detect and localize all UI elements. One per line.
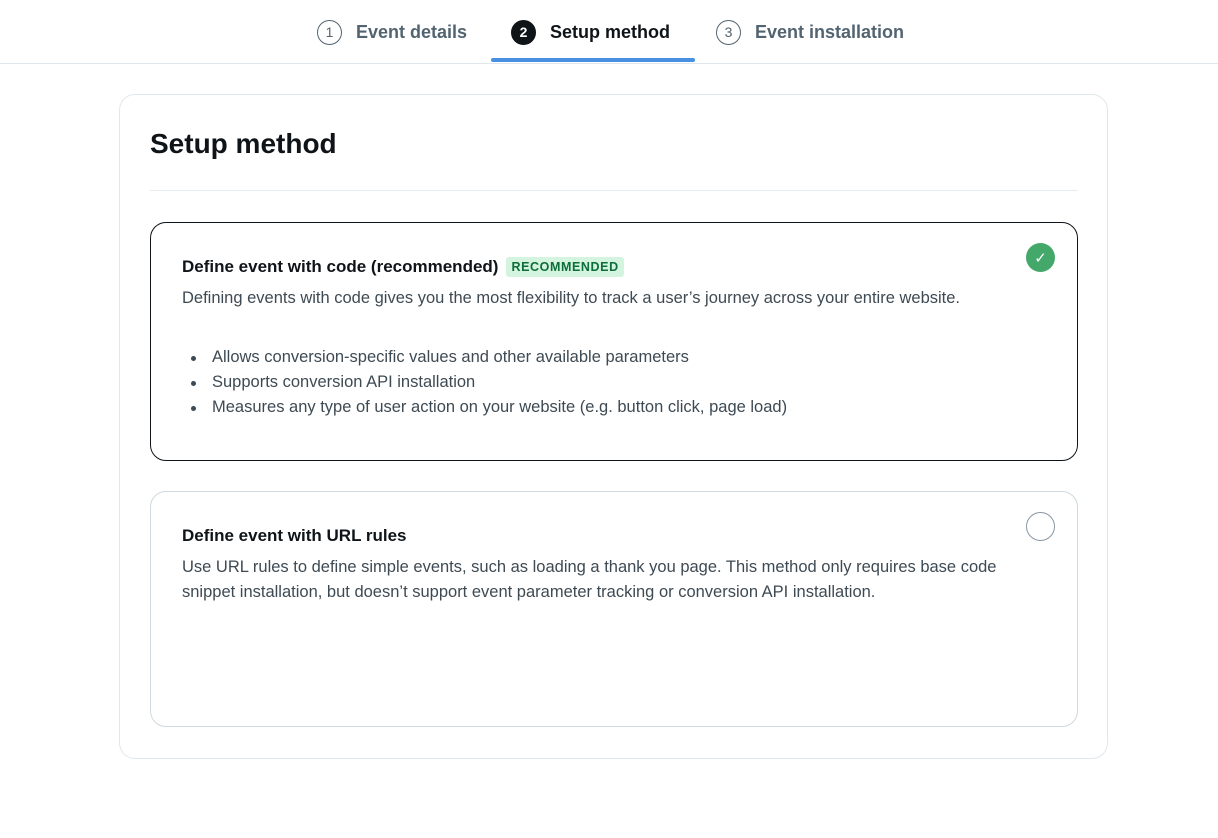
recommended-badge: RECOMMENDED bbox=[506, 257, 624, 277]
page-title: Setup method bbox=[150, 128, 337, 159]
option-bullet-list: Allows conversion-specific values and ot… bbox=[182, 345, 1032, 420]
step-label-event-details: Event details bbox=[356, 21, 468, 42]
list-item: Supports conversion API installation bbox=[182, 370, 1032, 395]
option-header: Define event with URL rules bbox=[182, 526, 407, 546]
setup-method-panel: Setup method Define event with code (rec… bbox=[119, 94, 1108, 759]
step-event-details[interactable]: 1 Event details bbox=[317, 0, 467, 64]
list-item: Measures any type of user action on your… bbox=[182, 395, 1032, 420]
title-divider bbox=[150, 190, 1078, 191]
stepper: 1 Event details 2 Setup method 3 Event i… bbox=[0, 0, 1218, 64]
radio-unselected[interactable] bbox=[1026, 512, 1055, 541]
checkmark-icon: ✓ bbox=[1034, 249, 1047, 267]
radio-selected[interactable]: ✓ bbox=[1026, 243, 1055, 272]
step-event-installation[interactable]: 3 Event installation bbox=[716, 0, 904, 64]
list-item: Allows conversion-specific values and ot… bbox=[182, 345, 1032, 370]
step-setup-method[interactable]: 2 Setup method bbox=[511, 0, 670, 64]
option-header: Define event with code (recommended) REC… bbox=[182, 257, 624, 277]
active-step-indicator bbox=[491, 58, 695, 62]
option-description: Defining events with code gives you the … bbox=[182, 289, 961, 307]
option-title: Define event with code (recommended) bbox=[182, 257, 499, 276]
step-label-event-installation: Event installation bbox=[755, 21, 905, 42]
option-define-with-code[interactable]: Define event with code (recommended) REC… bbox=[150, 222, 1078, 461]
option-title: Define event with URL rules bbox=[182, 526, 407, 545]
step-number-3: 3 bbox=[716, 19, 741, 45]
step-number-1: 1 bbox=[317, 19, 342, 45]
option-description: Use URL rules to define simple events, s… bbox=[182, 558, 997, 601]
step-number-2: 2 bbox=[511, 19, 536, 45]
option-define-with-url-rules[interactable]: Define event with URL rules Use URL rule… bbox=[150, 491, 1078, 727]
step-label-setup-method: Setup method bbox=[550, 21, 670, 42]
